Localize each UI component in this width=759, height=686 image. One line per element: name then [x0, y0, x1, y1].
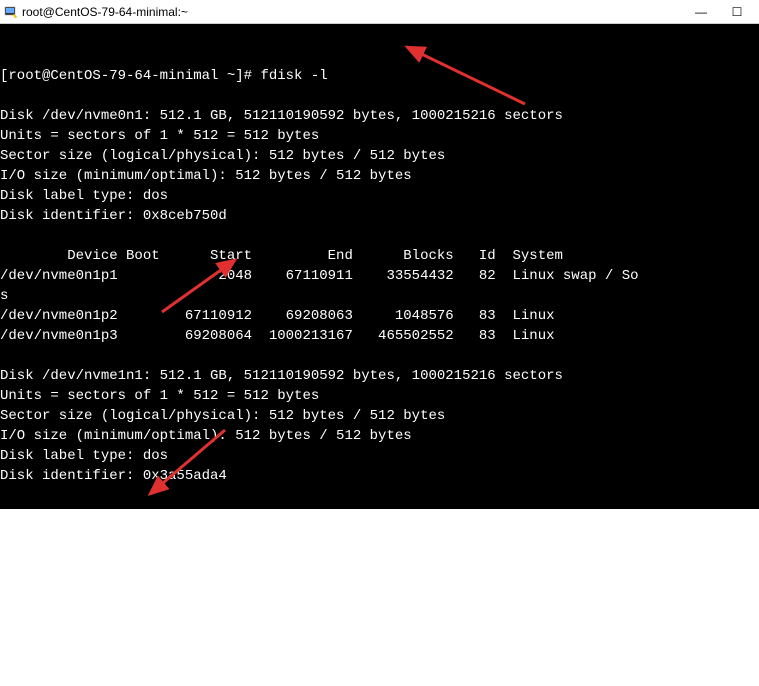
titlebar-left: root@CentOS-79-64-minimal:~ — [4, 5, 188, 19]
terminal-output: [root@CentOS-79-64-minimal ~]# fdisk -l … — [0, 66, 759, 546]
disk1-label-type: Disk label type: dos — [0, 188, 168, 204]
prompt-line: [root@CentOS-79-64-minimal ~]# fdisk -l — [0, 68, 328, 84]
table-row: /dev/nvme0n1p2 67110912 69208063 1048576… — [0, 308, 555, 324]
minimize-button[interactable]: — — [683, 1, 719, 23]
table-row: /dev/nvme1n1p1 2048 1000215215 500106584… — [0, 528, 555, 544]
titlebar-controls: — ☐ — [683, 1, 755, 23]
window-title: root@CentOS-79-64-minimal:~ — [22, 5, 188, 19]
annotation-arrow-1 — [395, 39, 535, 114]
disk2-header: Disk /dev/nvme1n1: 512.1 GB, 51211019059… — [0, 368, 563, 384]
table-row: /dev/nvme0n1p1 2048 67110911 33554432 82… — [0, 268, 639, 284]
maximize-button[interactable]: ☐ — [719, 1, 755, 23]
command-text: fdisk -l — [260, 68, 327, 84]
window-titlebar: root@CentOS-79-64-minimal:~ — ☐ — [0, 0, 759, 24]
shell-prompt: [root@CentOS-79-64-minimal ~]# — [0, 68, 260, 84]
disk1-io-size: I/O size (minimum/optimal): 512 bytes / … — [0, 168, 412, 184]
table2-header: Device Boot Start End Blocks Id System — [0, 508, 563, 524]
annotation-arrow-2 — [150, 252, 250, 322]
disk1-identifier: Disk identifier: 0x8ceb750d — [0, 208, 227, 224]
table1-header: Device Boot Start End Blocks Id System — [0, 248, 563, 264]
disk1-units: Units = sectors of 1 * 512 = 512 bytes — [0, 128, 319, 144]
disk1-sector-size: Sector size (logical/physical): 512 byte… — [0, 148, 445, 164]
table-row: /dev/nvme0n1p3 69208064 1000213167 46550… — [0, 328, 555, 344]
annotation-arrow-3 — [140, 422, 240, 502]
putty-icon — [4, 5, 18, 19]
terminal[interactable]: [root@CentOS-79-64-minimal ~]# fdisk -l … — [0, 24, 759, 509]
table-row: s — [0, 288, 8, 304]
disk2-units: Units = sectors of 1 * 512 = 512 bytes — [0, 388, 319, 404]
